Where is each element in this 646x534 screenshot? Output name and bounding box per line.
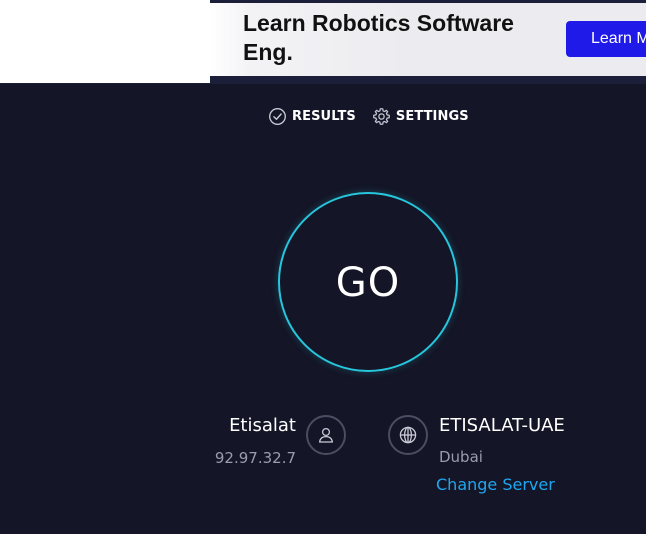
top-nav: RESULTS SETTINGS: [268, 106, 485, 126]
results-label: RESULTS: [292, 108, 356, 124]
server-name: ETISALAT-UAE: [439, 415, 565, 436]
isp-name: Etisalat: [229, 415, 296, 436]
ad-cta-button[interactable]: Learn M: [566, 21, 646, 57]
ad-blank-area: [0, 0, 210, 84]
results-link[interactable]: RESULTS: [268, 107, 356, 126]
gear-icon: [372, 107, 396, 126]
user-icon: [306, 415, 346, 455]
server-location: Dubai: [439, 448, 483, 466]
isp-ip-address: 92.97.32.7: [214, 449, 296, 467]
ad-banner[interactable]: Learn Robotics Software Eng. Learn M: [0, 0, 646, 84]
settings-label: SETTINGS: [395, 108, 469, 124]
globe-icon: [388, 415, 428, 455]
check-circle-icon: [268, 107, 292, 126]
settings-link[interactable]: SETTINGS: [372, 107, 469, 126]
change-server-link[interactable]: Change Server: [436, 475, 555, 494]
ad-headline[interactable]: Learn Robotics Software Eng.: [243, 9, 553, 67]
go-label: GO: [335, 260, 401, 306]
go-button[interactable]: GO: [278, 192, 458, 372]
